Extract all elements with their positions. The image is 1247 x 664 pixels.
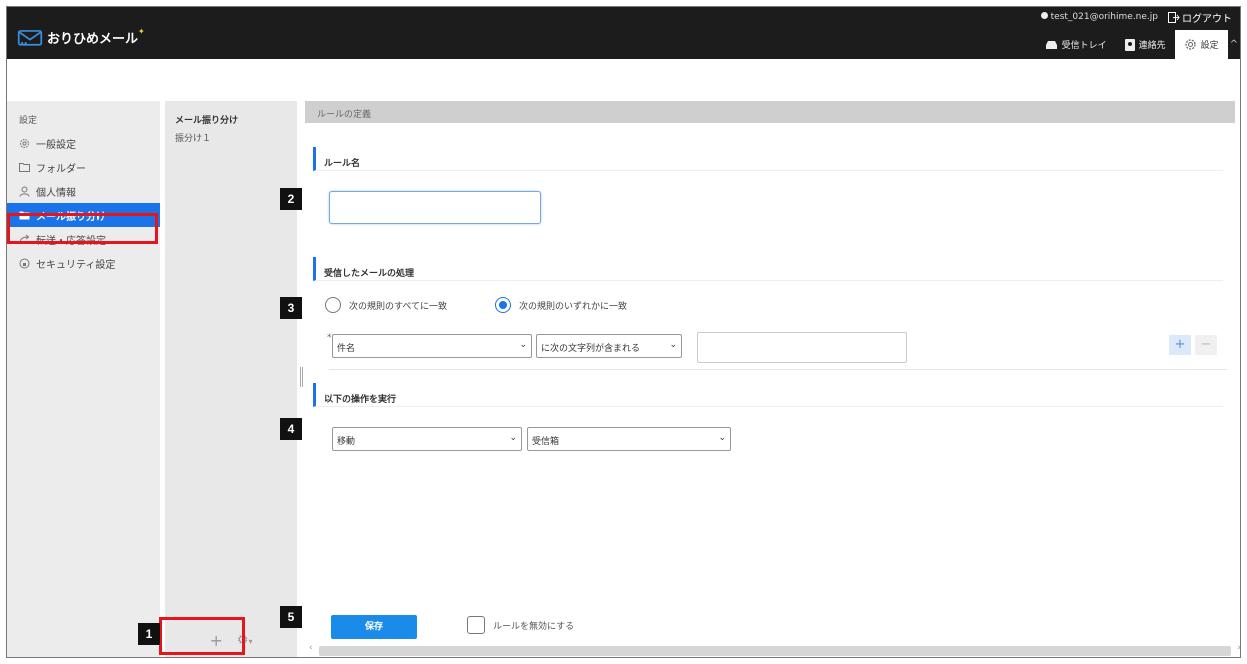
nav-inbox[interactable]: 受信トレイ (1036, 30, 1116, 59)
rule-name-input[interactable] (329, 191, 541, 224)
sidebar-item-personal[interactable]: 個人情報 (7, 179, 160, 203)
callout-4: 4 (280, 418, 302, 440)
logout-link[interactable]: ログアウト (1168, 10, 1232, 25)
disable-rule-checkbox[interactable]: ルールを無効にする (467, 616, 574, 634)
app-name: おりひめメール (47, 31, 139, 47)
radio-circle-selected[interactable] (495, 297, 512, 313)
folder-icon (19, 163, 30, 172)
rule-editor: ルールの定義 ルール名 受信したメールの処理 次の規則のすべてに一致 次の規則の… (305, 101, 1240, 657)
radio-match-all[interactable]: 次の規則のすべてに一致 (325, 297, 447, 313)
inbox-icon (1045, 40, 1057, 49)
settings-sidebar: 設定 一般設定 フォルダー 個人情報 メール振り分け 転送・応答設定 セキュリテ… (7, 101, 160, 657)
logo-icon (17, 30, 43, 46)
contacts-icon (1124, 38, 1135, 51)
logout-icon (1168, 11, 1180, 23)
security-icon (19, 258, 30, 268)
highlight-rule-footer (159, 617, 245, 655)
remove-condition-button[interactable]: − (1195, 335, 1217, 355)
rule-list-item[interactable]: 振分け１ (165, 131, 297, 149)
add-condition-button[interactable]: + (1169, 335, 1191, 355)
condition-operator-select[interactable]: に次の文字列が含まれる ⌄ (536, 334, 682, 358)
top-bar: test_021@orihime.ne.jp ログアウト おりひめメール ✦ 受… (7, 7, 1240, 59)
chevron-down-icon: ⌄ (519, 340, 527, 350)
gear-icon (20, 138, 29, 148)
highlight-sidebar-mail-filter (7, 213, 158, 244)
action-type-select[interactable]: 移動 ⌄ (332, 427, 522, 451)
app-logo[interactable]: おりひめメール ✦ (17, 27, 145, 47)
condition-value-input[interactable] (697, 332, 907, 363)
sidebar-heading: 設定 (19, 116, 38, 126)
nav-settings[interactable]: 設定 (1174, 30, 1228, 59)
rule-editor-header: ルールの定義 (305, 101, 1235, 123)
rule-list-panel: メール振り分け 振分け１ + ⚙▾ (165, 101, 297, 657)
section-rule-name: ルール名 (313, 147, 1223, 171)
callout-5: 5 (280, 606, 302, 628)
sidebar-item-folders[interactable]: フォルダー (7, 155, 160, 179)
top-nav: 受信トレイ 連絡先 設定 ^ (1036, 30, 1240, 59)
gear-icon (1184, 39, 1196, 50)
horizontal-scrollbar[interactable] (309, 643, 1240, 656)
user-bar: test_021@orihime.ne.jp ログアウト (1040, 10, 1232, 25)
chevron-down-icon: ⌄ (669, 340, 677, 350)
nav-contacts[interactable]: 連絡先 (1116, 30, 1175, 59)
user-status-icon (1040, 12, 1048, 19)
checkbox-box[interactable] (467, 616, 485, 634)
condition-divider (329, 369, 1227, 370)
chevron-down-icon: ⌄ (509, 433, 517, 443)
user-email: test_021@orihime.ne.jp (1040, 12, 1158, 22)
callout-1: 1 (138, 623, 160, 645)
section-received-mail: 受信したメールの処理 (313, 257, 1223, 281)
sidebar-item-general[interactable]: 一般設定 (7, 131, 160, 155)
callout-3: 3 (280, 297, 302, 319)
radio-match-any[interactable]: 次の規則のいずれかに一致 (495, 297, 627, 313)
app-window: test_021@orihime.ne.jp ログアウト おりひめメール ✦ 受… (6, 6, 1241, 658)
person-icon (19, 186, 30, 197)
condition-field-select[interactable]: 件名 ⌄ (332, 334, 532, 358)
required-mark: * (327, 333, 332, 343)
action-target-select[interactable]: 受信箱 ⌄ (527, 427, 731, 451)
sidebar-item-security[interactable]: セキュリティ設定 (7, 251, 160, 275)
chevron-up-icon[interactable]: ^ (1228, 39, 1240, 50)
callout-2: 2 (280, 188, 302, 210)
rule-list-heading: メール振り分け (175, 116, 239, 126)
match-mode-group: 次の規則のすべてに一致 次の規則のいずれかに一致 (325, 297, 627, 313)
radio-circle[interactable] (325, 297, 341, 313)
save-button[interactable]: 保存 (331, 615, 417, 639)
section-action: 以下の操作を実行 (313, 383, 1223, 407)
logo-star-icon: ✦ (138, 26, 145, 36)
panel-splitter[interactable] (300, 367, 303, 387)
chevron-down-icon: ⌄ (718, 433, 726, 443)
